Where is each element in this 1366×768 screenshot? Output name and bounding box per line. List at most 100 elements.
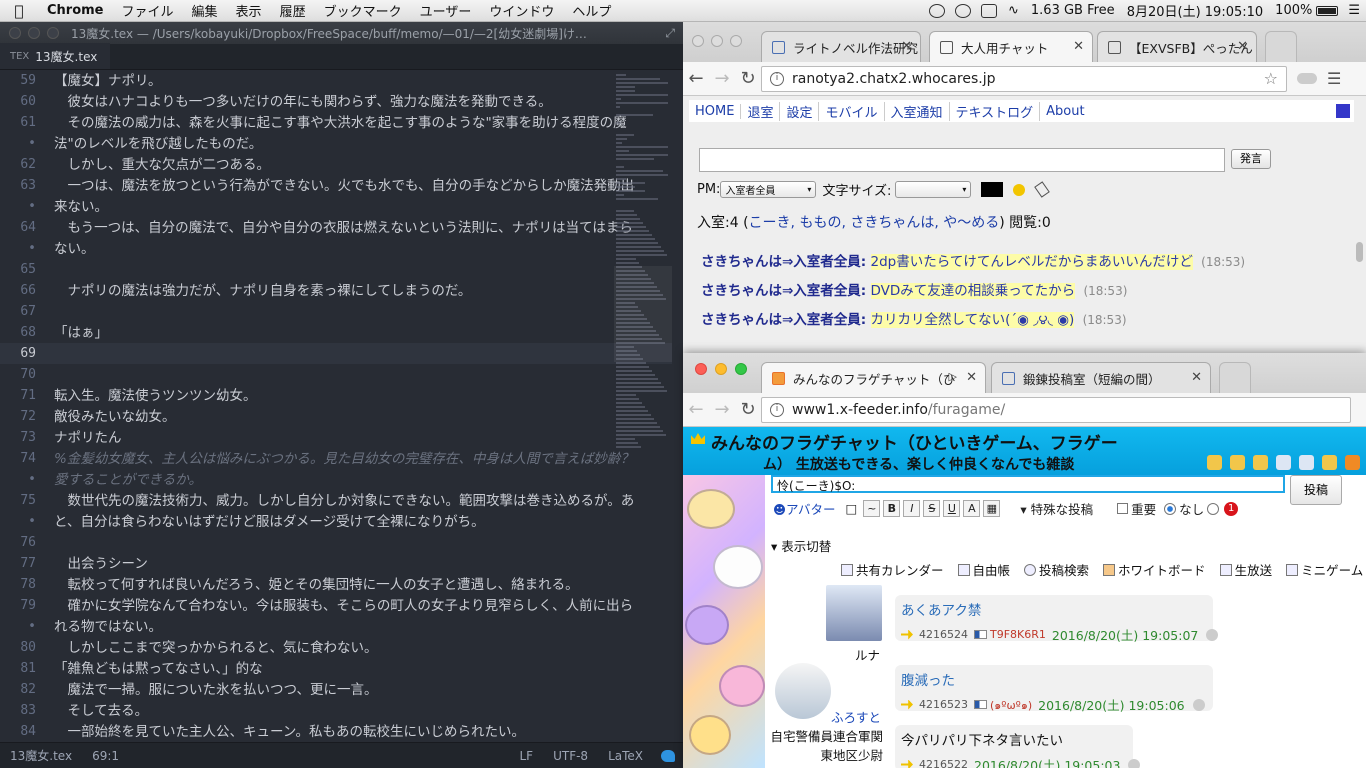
info-icon[interactable]: i [770,71,784,86]
bulb-icon[interactable] [1013,183,1026,196]
line-number[interactable]: • [0,514,36,529]
menu-edit[interactable]: 編集 [183,1,227,20]
code-line[interactable]: もう一つは、自分の魔法で、自分や自分の衣服は燃えないという法則に、ナポリは当ては… [54,218,658,239]
code-line[interactable]: ない。 [54,239,658,260]
line-number[interactable]: 74 [0,451,36,466]
tab-close-icon[interactable]: ✕ [966,370,977,385]
line-number[interactable]: • [0,199,36,214]
fontsize-select[interactable]: ▾ [895,181,972,198]
b2-close-button[interactable] [695,363,707,375]
minimize-window-button[interactable] [28,27,40,39]
avatar-link[interactable]: ☻アバター [773,499,836,518]
code-line[interactable]: 出会うシーン [54,554,658,575]
line-number[interactable]: 77 [0,556,36,571]
nav-settings-link[interactable]: 設定 [780,101,820,121]
close-window-button[interactable] [9,27,21,39]
post-username[interactable]: ふろすと [831,707,881,726]
line-number-gutter[interactable]: 59 60 61 • 62 63 • 64 • 65 66 67 68 69 70 71 72 73 74 • 75 • 7… [0,70,48,742]
line-number[interactable]: 75 [0,493,36,508]
line-number[interactable]: 70 [0,367,36,382]
code-line[interactable]: しかしここまで突っかかられると、気に食わない。 [54,638,658,659]
post-search-link[interactable]: 投稿検索 [1024,560,1089,579]
strike-button[interactable]: S [923,500,941,517]
code-line[interactable]: %金髪幼女魔女、主人公は悩みにぶつかる。見た目幼女の完璧存在、中身は人間で言えば… [54,449,658,470]
chrome-menu-icon[interactable]: ☰ [1327,69,1341,88]
code-line[interactable]: 転入生。魔法使うツンツン幼女。 [54,386,658,407]
post-username[interactable]: 自宅警備員連合軍関東地区少尉 [765,727,883,765]
none-radio[interactable] [1164,502,1177,515]
menu-user[interactable]: ユーザー [411,1,481,20]
whiteboard-link[interactable]: ホワイトボード [1103,560,1206,579]
menu-bookmarks[interactable]: ブックマーク [315,1,411,20]
forward-arrow-icon[interactable]: → [709,68,735,89]
monitor-icon[interactable] [1299,455,1314,470]
line-number[interactable]: 67 [0,304,36,319]
volume-icon[interactable] [1207,455,1222,470]
wave-icon[interactable]: ~ [863,500,881,517]
line-number[interactable]: 62 [0,157,36,172]
line-number[interactable]: • [0,136,36,151]
address-bar[interactable]: i ranotya2.chatx2.whocares.jp ☆ [761,65,1287,92]
scroll-thumb[interactable] [1356,242,1363,262]
line-number[interactable]: 72 [0,409,36,424]
palette-icon[interactable]: ▦ [983,500,1001,517]
color-picker[interactable] [981,182,1004,197]
nav-about-link[interactable]: About [1040,104,1090,119]
special-post-toggle[interactable]: ▾ 特殊な投稿 [1020,499,1093,518]
apple-menu-icon[interactable]:  [0,2,38,20]
code-line[interactable]: 【魔女】ナポリ。 [54,71,658,92]
line-number[interactable]: • [0,472,36,487]
minigame-link[interactable]: ミニゲーム [1286,560,1363,579]
code-line[interactable]: そして去る。 [54,701,658,722]
menu-view[interactable]: 表示 [227,1,271,20]
nav-textlog-link[interactable]: テキストログ [950,101,1041,121]
new-tab-button[interactable] [1265,31,1297,62]
b1-minimize-button[interactable] [711,35,723,47]
twitter-icon[interactable] [661,749,675,762]
menu-window[interactable]: ウインドウ [480,1,563,20]
line-number[interactable]: 69 [0,346,36,361]
avatar[interactable] [775,663,831,719]
editor-body[interactable]: 59 60 61 • 62 63 • 64 • 65 66 67 68 69 70 71 72 73 74 • 75 • 7… [0,70,683,742]
line-number[interactable]: 76 [0,535,36,550]
line-number[interactable]: 73 [0,430,36,445]
clock[interactable]: 8月20日(土) 19:05:10 [1121,1,1269,20]
post-menu-button[interactable] [1192,698,1205,711]
menu-help[interactable]: ヘルプ [563,1,620,20]
line-number[interactable]: 68 [0,325,36,340]
reload-icon[interactable]: ↻ [735,399,761,420]
line-number[interactable]: 84 [0,724,36,739]
nav-leave-link[interactable]: 退室 [741,101,781,121]
message-input[interactable] [699,148,1225,172]
zoom-window-button[interactable] [47,27,59,39]
reply-arrow-icon[interactable] [901,629,913,640]
forward-arrow-icon[interactable]: → [709,399,735,420]
line-number[interactable]: 82 [0,682,36,697]
line-number[interactable]: 81 [0,661,36,676]
menu-file[interactable]: ファイル [113,1,183,20]
italic-button[interactable]: I [903,500,921,517]
line-number[interactable]: 80 [0,640,36,655]
nav-mobile-link[interactable]: モバイル [819,101,885,121]
b1-close-button[interactable] [692,35,704,47]
status-cursor[interactable]: 69:1 [82,749,129,763]
line-number[interactable]: • [0,619,36,634]
reload-icon[interactable]: ↻ [735,68,761,89]
editor-tab[interactable]: TEX 13魔女.tex [0,43,110,69]
code-line[interactable]: 「はぁ」 [54,323,658,344]
reply-arrow-icon[interactable] [901,759,913,768]
menu-list-icon[interactable]: ☰ [1342,3,1366,18]
nav-notify-link[interactable]: 入室通知 [885,101,950,121]
code-line[interactable]: 来ない。 [54,197,658,218]
send-button[interactable]: 発言 [1231,149,1271,169]
b2-zoom-button[interactable] [735,363,747,375]
code-area[interactable]: 【魔女】ナポリ。 彼女はハナコよりも一つ多いだけの年にも関わらず、強力な魔法を発… [54,70,658,742]
info-circle-icon[interactable] [1276,455,1291,470]
status-file[interactable]: 13魔女.tex [0,747,82,764]
wifi-icon[interactable]: ∿ [1002,3,1025,18]
code-line[interactable]: その魔法の威力は、森を火事に起こす事や大洪水を起こす事のような"家事を助ける程度… [54,113,658,134]
line-number[interactable]: 63 [0,178,36,193]
code-line[interactable]: 一つは、魔法を放つという行為ができない。火でも水でも、自分の手などからしか魔法発… [54,176,658,197]
other-radio[interactable] [1207,502,1220,515]
address-bar[interactable]: i www1.x-feeder.info/furagame/ [761,396,1351,423]
